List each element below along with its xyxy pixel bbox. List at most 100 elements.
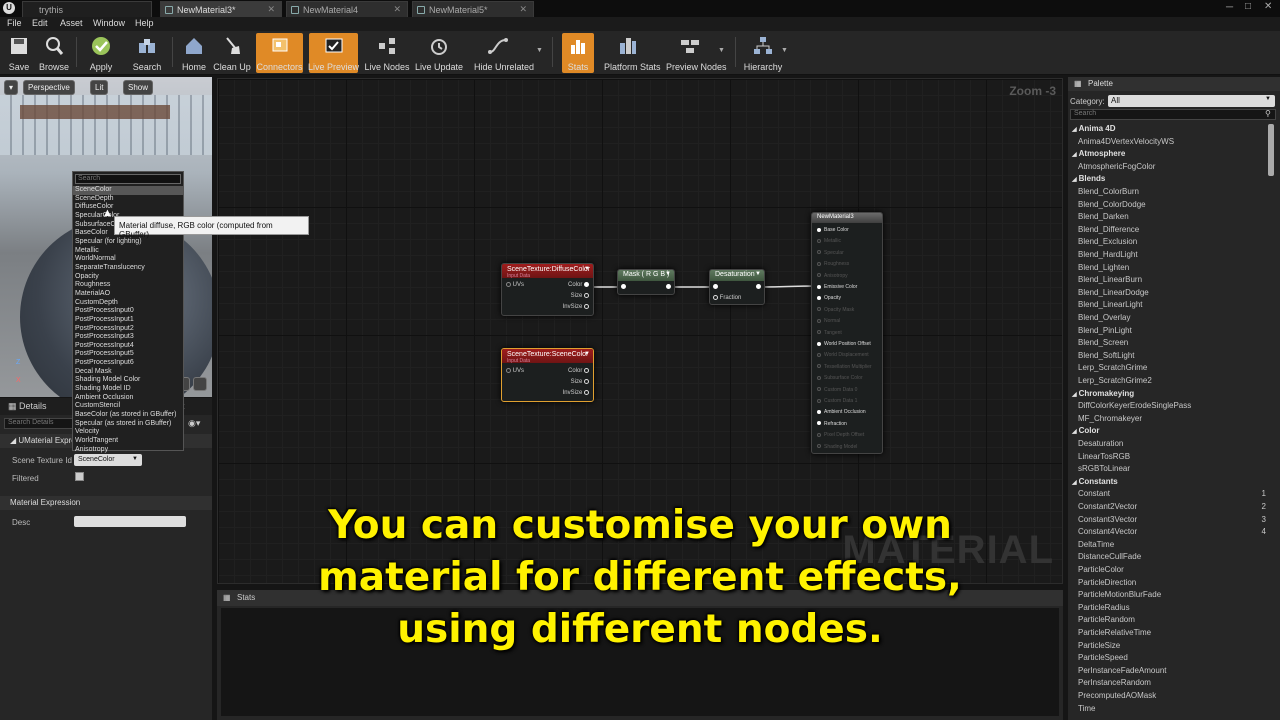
result-pin[interactable]: Subsurface Color [817,375,863,381]
result-pin[interactable]: Anisotropy [817,273,848,279]
pin-output[interactable] [666,284,671,290]
dropdown-option[interactable]: Anisotropy [73,446,183,455]
palette-tab[interactable]: ▦ Palette [1068,77,1280,91]
dropdown-option[interactable]: CustomDepth [73,299,183,308]
browse-button[interactable]: Browse [39,33,69,73]
tab-newmaterial5[interactable]: NewMaterial5* ✕ [412,1,534,17]
palette-item[interactable]: ParticleMotionBlurFade [1078,590,1161,599]
palette-item[interactable]: DiffColorKeyerErodeSinglePass [1078,401,1191,410]
close-window-icon[interactable]: ✕ [1264,1,1272,12]
section-material-expression[interactable]: Material Expression [0,496,212,510]
palette-search-input[interactable]: Search [1070,109,1276,120]
palette-item[interactable]: ParticleDirection [1078,578,1136,587]
filtered-checkbox[interactable] [75,472,84,481]
dropdown-option[interactable]: PostProcessInput1 [73,316,183,325]
palette-item[interactable]: Blend_Exclusion [1078,237,1137,246]
close-tab-icon[interactable]: ✕ [393,4,401,15]
menu-window[interactable]: Window [93,18,125,28]
dropdown-option[interactable]: PostProcessInput2 [73,325,183,334]
palette-category[interactable]: ◢ Constants [1072,477,1118,486]
palette-item[interactable]: Blend_Screen [1078,338,1128,347]
perspective-button[interactable]: Perspective [23,80,75,95]
palette-item[interactable]: Constant [1078,489,1110,498]
chevron-down-icon[interactable]: ▼ [781,47,788,54]
palette-item[interactable]: DistanceCullFade [1078,552,1141,561]
hide-unrelated-button[interactable]: Hide Unrelated [474,33,534,73]
dropdown-option[interactable]: Shading Model Color [73,376,183,385]
dropdown-option[interactable]: MaterialAO [73,290,183,299]
palette-item[interactable]: Time [1078,704,1095,713]
platform-stats-button[interactable]: Platform Stats [604,33,661,73]
pin-fraction[interactable]: Fraction [713,295,741,301]
palette-item[interactable]: Constant3Vector [1078,515,1137,524]
palette-item[interactable]: Blend_Overlay [1078,313,1130,322]
node-scenetexture-diffusecolor[interactable]: SceneTexture:DiffuseColor Input Data ▼ UVs… [501,263,594,316]
palette-item[interactable]: MF_Chromakeyer [1078,414,1142,423]
hierarchy-button[interactable]: Hierarchy [744,33,782,73]
result-pin[interactable]: Shading Model [817,444,857,450]
dropdown-option[interactable]: SceneColor [73,186,183,195]
dropdown-option[interactable]: Specular (for lighting) [73,238,183,247]
chevron-down-icon[interactable]: ▼ [584,351,590,357]
dropdown-option[interactable]: Ambient Occlusion [73,394,183,403]
menu-file[interactable]: File [7,18,22,28]
palette-item[interactable]: Constant4Vector [1078,527,1137,536]
home-button[interactable]: Home [181,33,207,73]
result-pin[interactable]: Custom Data 0 [817,387,857,393]
search-button[interactable]: Search [133,33,161,73]
close-tab-icon[interactable]: ✕ [519,4,527,15]
palette-item[interactable]: Blend_ColorDodge [1078,200,1146,209]
palette-item[interactable]: sRGBToLinear [1078,464,1130,473]
clean-up-button[interactable]: Clean Up [213,33,251,73]
result-pin[interactable]: Normal [817,318,840,324]
lit-button[interactable]: Lit [90,80,109,95]
node-material-result[interactable]: NewMaterial3 Base Color Metallic Specular R… [811,212,883,454]
result-pin[interactable]: Opacity [817,295,841,301]
palette-item[interactable]: Anima4DVertexVelocityWS [1078,137,1174,146]
live-update-button[interactable]: Live Update [415,33,463,73]
result-pin[interactable]: Tangent [817,330,842,336]
chevron-down-icon[interactable]: ▼ [665,271,671,277]
dropdown-option[interactable]: Velocity [73,428,183,437]
palette-category[interactable]: ◢ Chromakeying [1072,389,1134,398]
live-nodes-button[interactable]: Live Nodes [364,33,410,73]
palette-item[interactable]: Blend_LinearBurn [1078,275,1142,284]
chevron-down-icon[interactable]: ▼ [755,271,761,277]
palette-item[interactable]: PerInstanceFadeAmount [1078,666,1167,675]
live-preview-button[interactable]: Live Preview [308,33,359,73]
dropdown-search-input[interactable]: Search [75,174,181,184]
eye-icon[interactable]: ◉▾ [188,418,200,429]
desc-input[interactable] [74,516,186,527]
palette-item[interactable]: Blend_Lighten [1078,263,1129,272]
dropdown-option[interactable]: SeparateTranslucency [73,264,183,273]
dropdown-option[interactable]: PostProcessInput6 [73,359,183,368]
apply-button[interactable]: Apply [88,33,114,73]
result-pin[interactable]: Base Color [817,227,849,233]
palette-item[interactable]: LinearTosRGB [1078,452,1130,461]
palette-item[interactable]: Blend_PinLight [1078,326,1132,335]
palette-item[interactable]: Blend_LinearDodge [1078,288,1149,297]
pin-size[interactable]: Size [571,379,589,385]
viewport-mesh-shape-icon[interactable] [193,377,207,391]
preview-nodes-button[interactable]: Preview Nodes [666,33,727,73]
stats-button[interactable]: Stats [562,33,594,73]
palette-item[interactable]: Lerp_ScratchGrime [1078,363,1147,372]
node-mask-rgb[interactable]: Mask ( R G B ) ▼ [617,269,675,295]
dropdown-option[interactable]: PostProcessInput5 [73,350,183,359]
pin-invsize[interactable]: InvSize [563,390,589,396]
dropdown-option[interactable]: Roughness [73,281,183,290]
dropdown-option[interactable]: BaseColor (as stored in GBuffer) [73,411,183,420]
minimize-icon[interactable]: ─ [1226,2,1233,13]
result-pin[interactable]: Ambient Occlusion [817,409,866,415]
pin-invsize[interactable]: InvSize [563,304,589,310]
palette-item[interactable]: ParticleSize [1078,641,1120,650]
pin-color[interactable]: Color [568,368,589,374]
pin-color[interactable]: Color [568,282,589,288]
dropdown-option[interactable]: PostProcessInput3 [73,333,183,342]
viewport-options-button[interactable]: ▾ [4,80,18,95]
palette-item[interactable]: Blend_Darken [1078,212,1129,221]
scene-texture-id-select[interactable]: SceneColor ▼ [74,454,142,466]
result-pin[interactable]: Pixel Depth Offset [817,432,864,438]
dropdown-option[interactable]: Specular (as stored in GBuffer) [73,420,183,429]
result-pin[interactable]: Metallic [817,238,841,244]
